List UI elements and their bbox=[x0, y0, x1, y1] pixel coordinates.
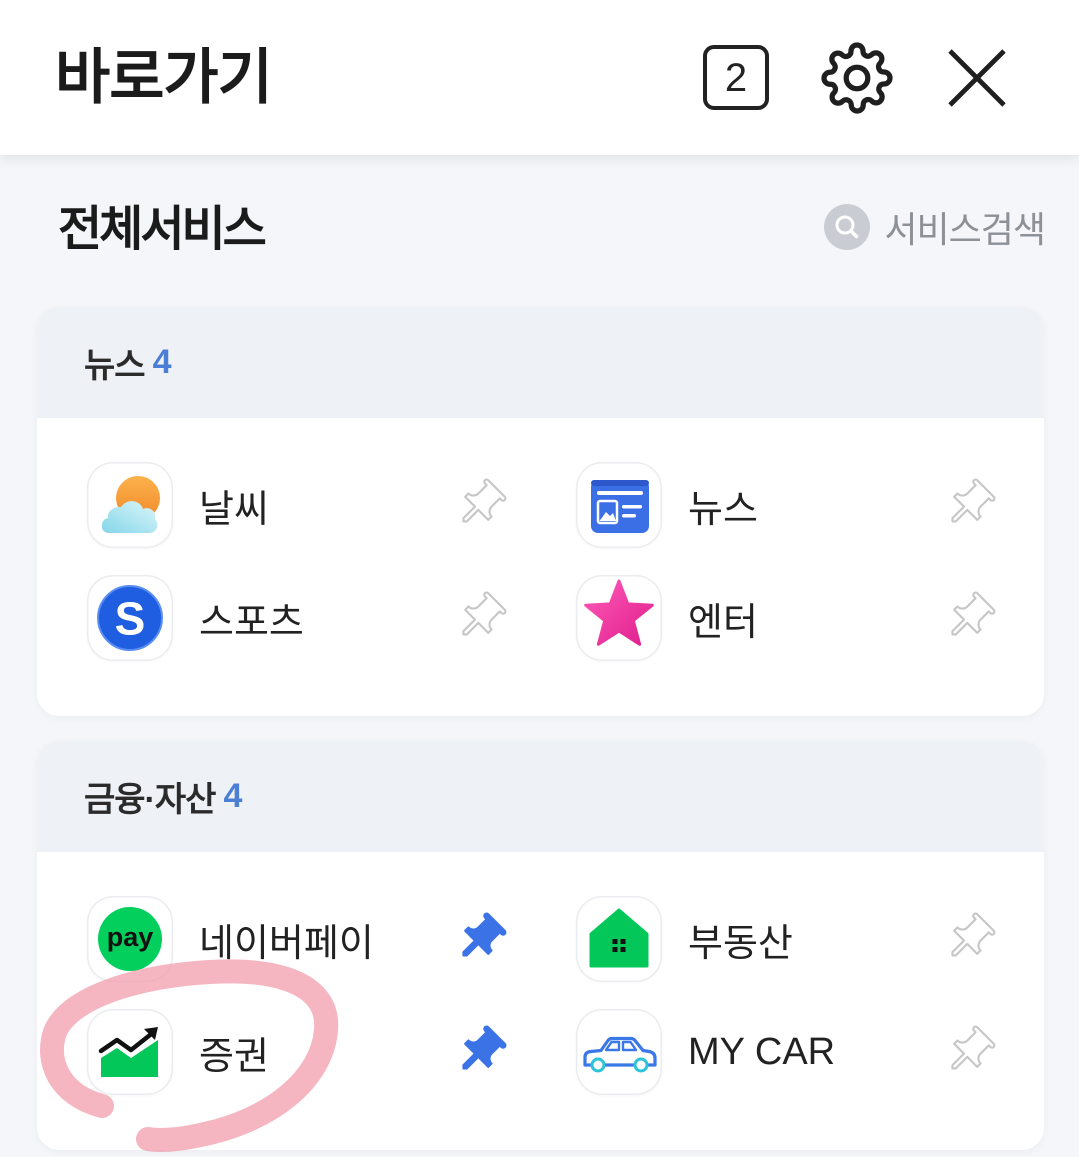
service-item-naver-pay[interactable]: pay 네이버페이 bbox=[87, 896, 508, 982]
pin-button[interactable] bbox=[941, 1024, 997, 1080]
pin-button[interactable] bbox=[452, 590, 508, 646]
stock-trend-line bbox=[98, 1032, 153, 1054]
news-icon-graphic bbox=[591, 480, 649, 533]
star-shape bbox=[584, 579, 654, 646]
pin-icon bbox=[462, 591, 507, 636]
star-icon bbox=[576, 575, 662, 661]
search-icon bbox=[824, 204, 871, 250]
sports-icon: S bbox=[87, 575, 173, 661]
search-label: 서비스검색 bbox=[884, 209, 1046, 250]
naver-pay-icon-graphic: pay bbox=[98, 907, 162, 971]
tab-count-button[interactable]: 2 bbox=[703, 45, 769, 110]
pin-icon bbox=[462, 1025, 507, 1070]
star-icon-graphic bbox=[584, 579, 654, 646]
app-header: 바로가기 2 bbox=[0, 0, 1079, 155]
service-label: 뉴스 bbox=[688, 488, 758, 531]
search-icon-graphic bbox=[835, 215, 859, 239]
stock-chart-icon bbox=[87, 1009, 173, 1095]
pin-icon bbox=[951, 591, 996, 636]
service-item-my-car[interactable]: MY CAR bbox=[576, 1009, 997, 1095]
pin-icon bbox=[951, 912, 996, 957]
naver-pay-icon: pay bbox=[87, 896, 173, 982]
service-search-button[interactable]: 서비스검색 bbox=[824, 199, 1046, 255]
sports-icon-graphic: S bbox=[97, 585, 163, 651]
section-header: 금융·자산 4 bbox=[37, 741, 1044, 852]
pin-button[interactable] bbox=[452, 477, 508, 533]
service-label: 날씨 bbox=[199, 488, 269, 531]
pin-icon bbox=[951, 1025, 996, 1070]
section-header: 뉴스 4 bbox=[37, 307, 1044, 418]
service-label: MY CAR bbox=[688, 1030, 836, 1073]
section-card-finance: 금융·자산 4 pay 네이버페이 부동산 증권 MY CAR bbox=[37, 741, 1044, 1150]
car-icon-graphic bbox=[583, 1036, 657, 1073]
shortcuts-page: 바로가기 2 전체서비스 서비스검색 뉴스 4 날씨 뉴스 S 스포츠 엔터 금… bbox=[0, 0, 1079, 1157]
all-services-title: 전체서비스 bbox=[58, 203, 267, 256]
car-wheel bbox=[590, 1057, 606, 1073]
service-label: 스포츠 bbox=[199, 601, 304, 644]
page-title: 바로가기 bbox=[55, 44, 273, 111]
section-count: 4 bbox=[152, 343, 172, 381]
section-title: 뉴스 bbox=[84, 347, 146, 385]
section-items: pay 네이버페이 부동산 증권 MY CAR bbox=[37, 852, 1044, 1095]
stock-chart-icon-graphic bbox=[98, 1027, 158, 1077]
house-shape bbox=[589, 908, 649, 968]
section-items: 날씨 뉴스 S 스포츠 엔터 bbox=[37, 418, 1044, 661]
car-icon bbox=[576, 1009, 662, 1095]
close-icon bbox=[948, 49, 1006, 107]
weather-icon bbox=[87, 462, 173, 548]
pin-icon bbox=[462, 478, 507, 523]
service-item-stocks[interactable]: 증권 bbox=[87, 1009, 508, 1095]
service-label: 엔터 bbox=[688, 601, 758, 644]
pay-logo-text: pay bbox=[107, 922, 154, 952]
tab-count-value: 2 bbox=[724, 55, 748, 100]
pin-button[interactable] bbox=[452, 911, 508, 967]
house-icon-graphic bbox=[589, 908, 649, 968]
close-button[interactable] bbox=[946, 47, 1008, 109]
section-card-news: 뉴스 4 날씨 뉴스 S 스포츠 엔터 bbox=[37, 307, 1044, 716]
section-title: 금융·자산 bbox=[84, 781, 216, 819]
service-item-news[interactable]: 뉴스 bbox=[576, 462, 997, 548]
pin-icon bbox=[462, 912, 507, 957]
pin-button[interactable] bbox=[941, 911, 997, 967]
section-count: 4 bbox=[223, 777, 243, 815]
service-item-weather[interactable]: 날씨 bbox=[87, 462, 508, 548]
service-label: 부동산 bbox=[688, 922, 793, 965]
gear-icon bbox=[821, 42, 893, 114]
sports-logo-letter: S bbox=[115, 593, 146, 645]
house-icon bbox=[576, 896, 662, 982]
weather-icon-graphic bbox=[101, 476, 160, 533]
service-item-real-estate[interactable]: 부동산 bbox=[576, 896, 997, 982]
service-label: 네이버페이 bbox=[199, 922, 374, 965]
news-icon bbox=[576, 462, 662, 548]
service-label: 증권 bbox=[199, 1035, 269, 1078]
pin-button[interactable] bbox=[452, 1024, 508, 1080]
pin-icon bbox=[951, 478, 996, 523]
car-wheel bbox=[633, 1057, 649, 1073]
pin-button[interactable] bbox=[941, 590, 997, 646]
service-item-sports[interactable]: S 스포츠 bbox=[87, 575, 508, 661]
settings-button[interactable] bbox=[821, 42, 893, 114]
service-item-entertainment[interactable]: 엔터 bbox=[576, 575, 997, 661]
pin-button[interactable] bbox=[941, 477, 997, 533]
